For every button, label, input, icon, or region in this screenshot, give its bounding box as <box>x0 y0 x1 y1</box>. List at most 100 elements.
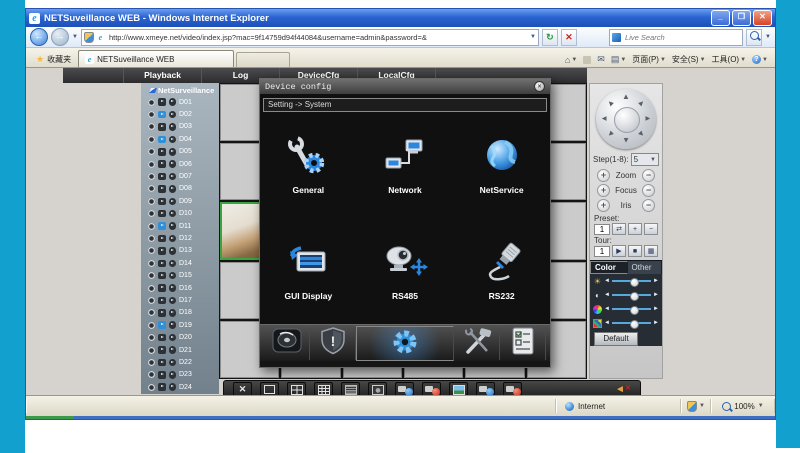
record-indicator-icon[interactable] <box>148 173 155 180</box>
feeds-icon[interactable] <box>583 56 591 64</box>
sub-stream-icon[interactable] <box>169 272 177 280</box>
record-indicator-icon[interactable] <box>148 285 155 292</box>
channel-row[interactable]: D11 <box>141 220 219 232</box>
ptz-arrow-icon[interactable]: ▲ <box>644 115 653 123</box>
preset-goto-button[interactable]: ⇄ <box>612 223 626 235</box>
protected-mode-pane[interactable]: ▼ <box>681 399 711 413</box>
dialog-tab-alarm[interactable]: ! <box>310 327 356 360</box>
play-stream-icon[interactable] <box>158 383 166 391</box>
channel-row[interactable]: D18 <box>141 307 219 319</box>
nav-tab-playback[interactable]: Playback <box>124 68 202 83</box>
play-stream-icon[interactable] <box>158 321 166 329</box>
play-stream-icon[interactable] <box>158 148 166 156</box>
command-item-安全s[interactable]: 安全(S)▼ <box>672 54 706 65</box>
mail-icon[interactable]: ✉ <box>597 54 605 65</box>
toolbar-quad-view-icon[interactable] <box>287 382 306 395</box>
channel-row[interactable]: D14 <box>141 257 219 269</box>
dialog-item-network[interactable]: Network <box>357 112 454 218</box>
sub-stream-icon[interactable] <box>169 160 177 168</box>
search-options-icon[interactable]: ▼ <box>765 34 771 40</box>
sub-stream-icon[interactable] <box>169 148 177 156</box>
sub-stream-icon[interactable] <box>169 173 177 181</box>
sub-stream-icon[interactable] <box>169 321 177 329</box>
history-dropdown-icon[interactable]: ▼ <box>72 34 78 40</box>
dialog-item-rs232[interactable]: RS232 <box>453 218 550 324</box>
record-indicator-icon[interactable] <box>148 198 155 205</box>
iris-plus-button[interactable]: + <box>597 199 610 212</box>
slider-left-icon[interactable]: ◄ <box>604 278 610 284</box>
dialog-close-icon[interactable]: ✕ <box>534 81 545 92</box>
play-stream-icon[interactable] <box>158 247 166 255</box>
search-input[interactable] <box>623 32 740 43</box>
sub-stream-icon[interactable] <box>169 210 177 218</box>
slider-left-icon[interactable]: ◄ <box>604 320 610 326</box>
record-indicator-icon[interactable] <box>148 161 155 168</box>
dialog-tab-advanced[interactable] <box>454 327 500 360</box>
record-indicator-icon[interactable] <box>148 247 155 254</box>
play-stream-icon[interactable] <box>158 235 166 243</box>
sub-stream-icon[interactable] <box>169 235 177 243</box>
toolbar-image-adjust-icon[interactable] <box>368 382 387 395</box>
help-button[interactable]: ?▼ <box>752 55 768 64</box>
sub-stream-icon[interactable] <box>169 284 177 292</box>
channel-row[interactable]: D22 <box>141 356 219 368</box>
record-indicator-icon[interactable] <box>148 322 155 329</box>
channel-row[interactable]: D04 <box>141 133 219 145</box>
channel-row[interactable]: D19 <box>141 319 219 331</box>
play-stream-icon[interactable] <box>158 371 166 379</box>
channel-row[interactable]: D03 <box>141 121 219 133</box>
ptz-arrow-icon[interactable]: ▲ <box>604 97 616 109</box>
play-stream-icon[interactable] <box>158 123 166 131</box>
dialog-tab-storage[interactable] <box>264 327 310 360</box>
channel-row[interactable]: D17 <box>141 294 219 306</box>
record-indicator-icon[interactable] <box>148 148 155 155</box>
channel-row[interactable]: D07 <box>141 170 219 182</box>
slider-left-icon[interactable]: ◄ <box>604 306 610 312</box>
play-stream-icon[interactable] <box>158 111 166 119</box>
tour-input[interactable] <box>594 246 610 257</box>
record-indicator-icon[interactable] <box>148 111 155 118</box>
print-button[interactable]: ▤▼ <box>611 54 626 65</box>
sub-stream-icon[interactable] <box>169 260 177 268</box>
sub-stream-icon[interactable] <box>169 98 177 106</box>
preset-input[interactable] <box>594 224 610 235</box>
play-stream-icon[interactable] <box>158 284 166 292</box>
step-select[interactable]: 5▼ <box>631 153 659 166</box>
sub-stream-icon[interactable] <box>169 359 177 367</box>
brightness-slider[interactable] <box>612 280 651 282</box>
record-indicator-icon[interactable] <box>148 223 155 230</box>
ptz-arrow-icon[interactable]: ▲ <box>604 128 616 140</box>
sub-stream-icon[interactable] <box>169 309 177 317</box>
record-indicator-icon[interactable] <box>148 99 155 106</box>
channel-row[interactable]: D08 <box>141 183 219 195</box>
record-indicator-icon[interactable] <box>148 384 155 391</box>
dialog-tab-system[interactable] <box>356 326 454 361</box>
play-stream-icon[interactable] <box>158 359 166 367</box>
search-button[interactable] <box>746 29 762 46</box>
url-input[interactable] <box>107 32 528 43</box>
iris-minus-button[interactable]: − <box>642 199 655 212</box>
tour-pattern-button[interactable]: ▦ <box>644 245 658 257</box>
toolbar-fullscreen-icon[interactable] <box>233 382 252 395</box>
zoom-plus-button[interactable]: + <box>597 169 610 182</box>
toolbar-speaker-muted-icon[interactable] <box>613 383 631 396</box>
new-tab-stub[interactable] <box>236 52 290 67</box>
dialog-titlebar[interactable]: Device config ✕ <box>260 79 550 94</box>
play-stream-icon[interactable] <box>158 185 166 193</box>
toolbar-record-off-icon[interactable] <box>503 382 522 395</box>
back-button[interactable]: ← <box>30 28 48 46</box>
toolbar-single-view-icon[interactable] <box>260 382 279 395</box>
toolbar-sixteen-view-icon[interactable] <box>341 382 360 395</box>
slider-right-icon[interactable]: ► <box>653 292 659 298</box>
toolbar-nine-view-icon[interactable] <box>314 382 333 395</box>
slider-right-icon[interactable]: ► <box>653 278 659 284</box>
tab-color[interactable]: Color <box>590 261 628 274</box>
channel-row[interactable]: D01 <box>141 96 219 108</box>
toolbar-play-all-icon[interactable] <box>395 382 414 395</box>
close-button[interactable]: ✕ <box>753 10 772 26</box>
record-indicator-icon[interactable] <box>148 260 155 267</box>
command-item-页面p[interactable]: 页面(P)▼ <box>632 54 666 65</box>
dialog-item-general[interactable]: General <box>260 112 357 218</box>
sub-stream-icon[interactable] <box>169 111 177 119</box>
slider-right-icon[interactable]: ► <box>653 320 659 326</box>
